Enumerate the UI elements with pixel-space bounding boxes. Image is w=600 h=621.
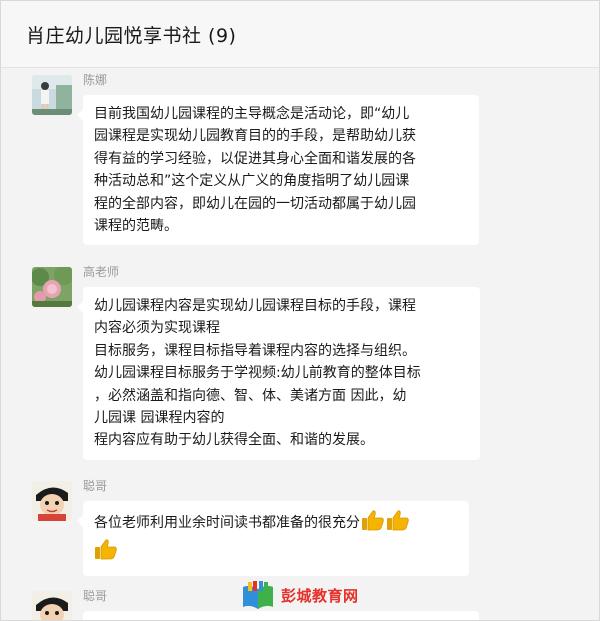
- avatar[interactable]: [32, 75, 72, 115]
- message-line: 目前我国幼儿园课程的主导概念是活动论，即“幼儿: [94, 106, 410, 122]
- message-line: 园课程是实现幼儿园教育目的的手段，是帮助幼儿获: [94, 128, 416, 145]
- watermark-text: 彭城教育网: [281, 587, 359, 605]
- avatar[interactable]: [32, 481, 72, 521]
- message-line: 儿园课 园课程内容的: [94, 410, 225, 427]
- thumbs-up-icon: [361, 509, 385, 538]
- message-bubble[interactable]: [83, 611, 479, 620]
- message-line: 幼儿园课程内容是实现幼儿园课程目标的手段，课程: [94, 298, 416, 314]
- sender-name: 高老师: [83, 265, 120, 279]
- message-line: 种活动总和”这个定义从广义的角度指明了幼儿园课: [94, 173, 410, 190]
- message-line: [94, 538, 458, 567]
- thumbs-up-icon: [386, 509, 410, 538]
- sender-name: 聪哥: [83, 589, 108, 603]
- thumbs-up-icon: [94, 538, 118, 567]
- message-bubble[interactable]: 各位老师利用业余时间读书都准备的很充分: [77, 501, 469, 576]
- message-line: 程的全部内容，即幼儿在园的一切活动都属于幼儿园: [94, 195, 416, 212]
- message-line: ，必然涵盖和指向德、智、体、美诸方面 因此，幼: [94, 387, 407, 404]
- chat-header: 肖庄幼儿园悦享书社 (9): [1, 1, 599, 68]
- avatar[interactable]: [32, 591, 72, 620]
- message-text: 各位老师利用业余时间读书都准备的很充分: [94, 515, 360, 531]
- message-line: 得有益的学习经验，以促进其身心全面和谐发展的各: [94, 150, 416, 167]
- sender-name: 陈娜: [83, 73, 108, 87]
- watermark: 彭城教育网: [239, 581, 369, 611]
- chat-window: 肖庄幼儿园悦享书社 (9) 陈娜 目前我国幼儿园课程的主导概念是活动论，即“幼儿…: [0, 0, 600, 621]
- chat-title: 肖庄幼儿园悦享书社 (9): [26, 25, 237, 47]
- watermark-book-icon: [243, 581, 273, 609]
- message-line: 课程的范畴。: [94, 218, 178, 235]
- sender-name: 聪哥: [83, 479, 108, 493]
- message-line: 内容必须为实现课程: [94, 320, 220, 337]
- message-line: 程内容应有助于幼儿获得全面、和谐的发展。: [94, 432, 374, 449]
- message-bubble[interactable]: 幼儿园课程内容是实现幼儿园课程目标的手段，课程 内容必须为实现课程 目标服务，课…: [77, 287, 480, 460]
- message-line: 各位老师利用业余时间读书都准备的很充分: [94, 509, 458, 538]
- avatar[interactable]: [32, 267, 72, 307]
- message-bubble[interactable]: 目前我国幼儿园课程的主导概念是活动论，即“幼儿 园课程是实现幼儿园教育目的的手段…: [77, 95, 479, 246]
- message-line: 目标服务，课程目标指导着课程内容的选择与组织。: [94, 342, 416, 359]
- message-line: 幼儿园课程目标服务于学视频:幼儿前教育的整体目标: [94, 365, 421, 382]
